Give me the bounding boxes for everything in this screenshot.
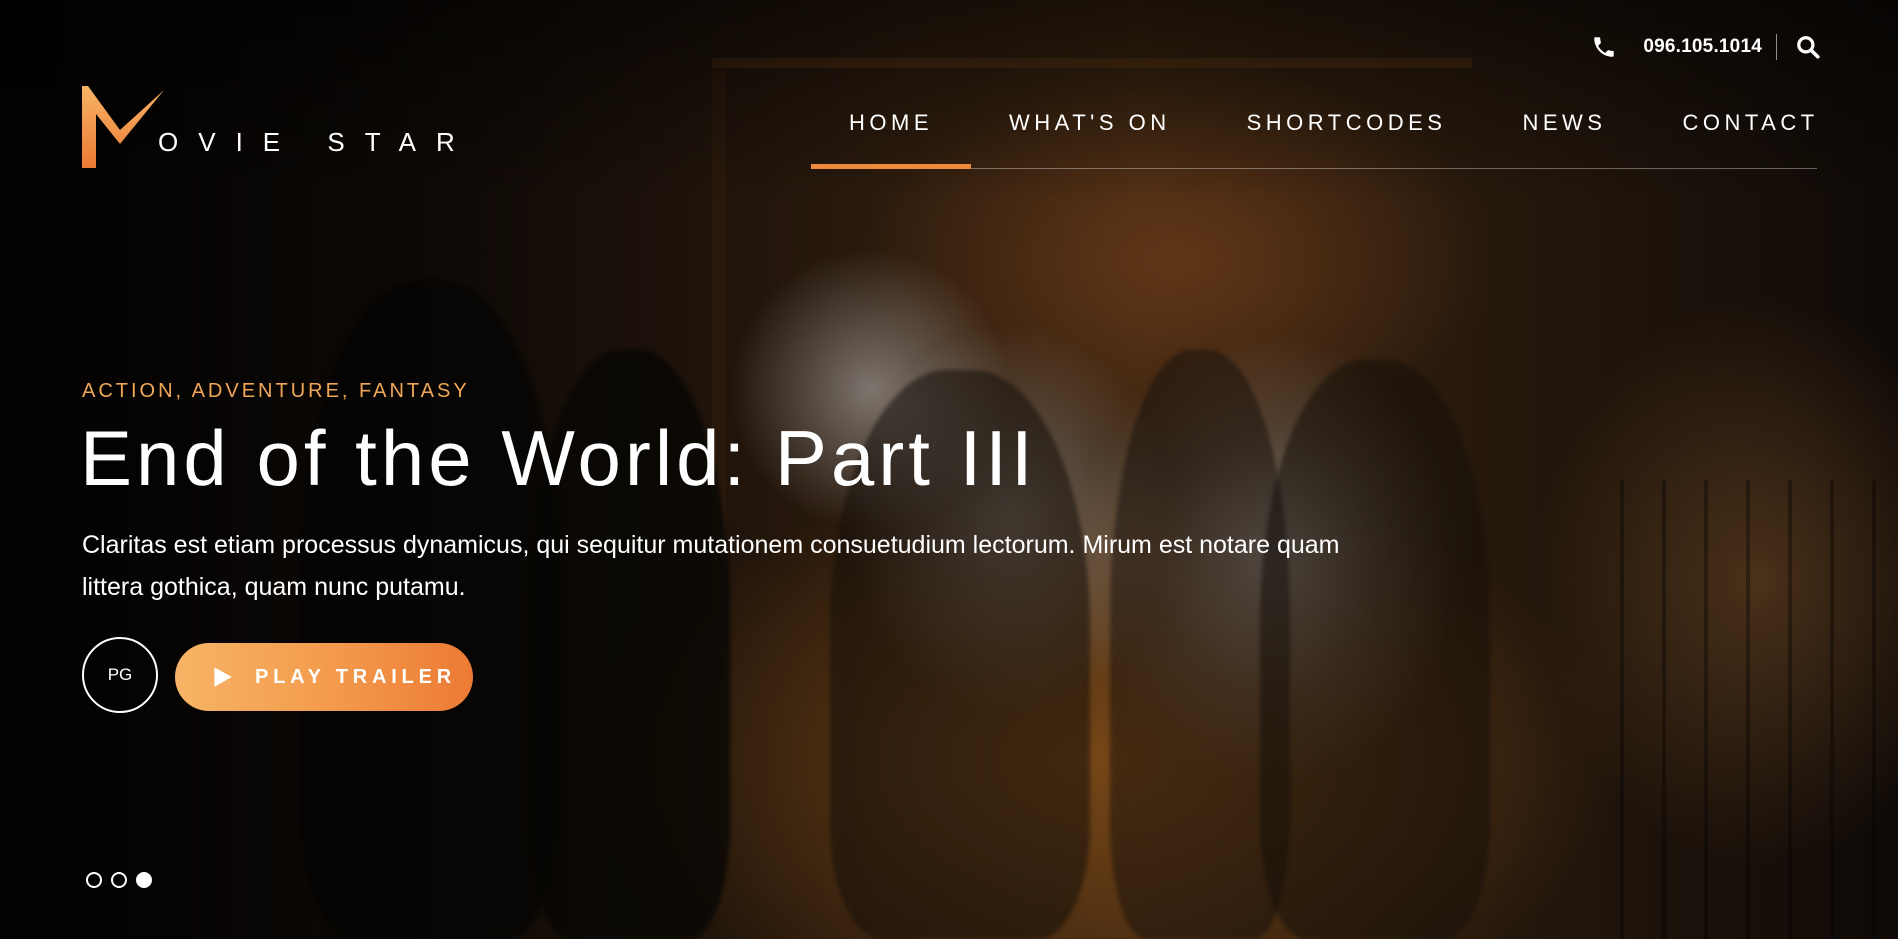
logo-text: OVIE STAR: [158, 127, 475, 157]
movie-title: End of the World: Part III: [80, 414, 1037, 502]
background-railing: [1620, 480, 1898, 939]
topbar-divider: [1776, 34, 1777, 60]
movie-description: Claritas est etiam processus dynamicus, …: [82, 531, 1340, 601]
logo-m-mark: [82, 86, 164, 168]
phone-number[interactable]: 096.105.1014: [1643, 36, 1762, 58]
nav-item-home[interactable]: HOME: [811, 100, 971, 169]
nav-item-shortcodes[interactable]: SHORTCODES: [1209, 100, 1485, 168]
play-trailer-button[interactable]: PLAY TRAILER: [175, 643, 473, 711]
play-trailer-label: PLAY TRAILER: [255, 665, 456, 688]
site-logo[interactable]: OVIE STAR: [82, 84, 475, 168]
nav-item-news[interactable]: NEWS: [1484, 100, 1644, 168]
slider-dot-3[interactable]: [136, 872, 152, 888]
contact-bar: 096.105.1014: [1591, 30, 1821, 64]
slider-dot-1[interactable]: [86, 872, 102, 888]
background-silhouette: [1260, 360, 1490, 939]
movie-genres: ACTION, ADVENTURE, FANTASY: [82, 380, 470, 402]
nav-item-whats-on[interactable]: WHAT'S ON: [971, 100, 1209, 168]
hero-background: 096.105.1014 OVIE STAR HOME WHAT'S ON SH…: [0, 0, 1898, 939]
rating-badge: PG: [82, 637, 158, 713]
search-icon[interactable]: [1795, 34, 1821, 60]
main-nav: HOME WHAT'S ON SHORTCODES NEWS CONTACT: [811, 100, 1817, 169]
slider-pagination: [86, 872, 152, 888]
nav-item-contact[interactable]: CONTACT: [1644, 100, 1856, 168]
phone-icon: [1594, 37, 1615, 57]
slider-dot-2[interactable]: [111, 872, 127, 888]
play-icon: [214, 667, 232, 687]
